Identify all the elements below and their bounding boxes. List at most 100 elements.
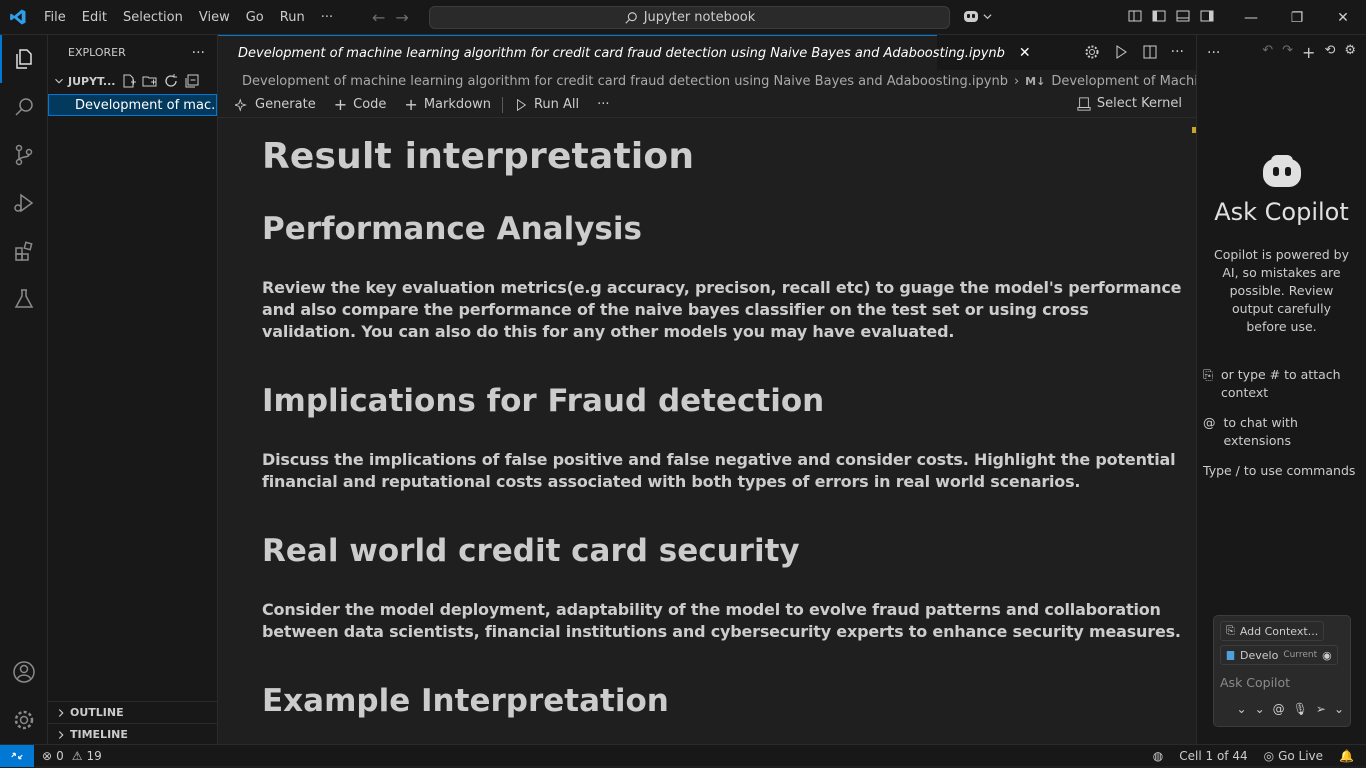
- minimize-icon[interactable]: —: [1228, 0, 1274, 35]
- gear-icon: [14, 710, 34, 730]
- add-markdown-button[interactable]: + Markdown: [397, 95, 498, 114]
- testing-activity[interactable]: [0, 275, 48, 323]
- tab-notebook[interactable]: Development of machine learning algorith…: [218, 35, 1031, 70]
- collapse-all-icon[interactable]: [184, 73, 200, 89]
- toggle-secondary-sidebar-icon[interactable]: [1199, 8, 1215, 24]
- hint-attach-text: or type # to attach context: [1221, 367, 1341, 400]
- mention-icon[interactable]: @: [1273, 702, 1285, 716]
- run-icon[interactable]: [1113, 44, 1129, 60]
- new-file-icon[interactable]: [121, 73, 137, 89]
- search-activity[interactable]: [0, 83, 48, 131]
- editor-tabs: Development of machine learning algorith…: [218, 35, 1196, 70]
- chat-title: Ask Copilot: [1214, 198, 1349, 226]
- breadcrumb-section[interactable]: Development of Machine learning Algor: [1051, 74, 1196, 89]
- hint-commands: Type / to use commands: [1197, 462, 1366, 480]
- outline-label: OUTLINE: [70, 706, 124, 719]
- copilot-menu-button[interactable]: [962, 8, 992, 24]
- generate-label: Generate: [255, 97, 316, 112]
- gear-icon[interactable]: [1084, 44, 1100, 60]
- markdown-label: Markdown: [423, 97, 491, 112]
- toolbar-divider: [501, 96, 503, 113]
- select-kernel-button[interactable]: Select Kernel: [1077, 96, 1182, 111]
- error-count: 0: [56, 748, 64, 763]
- back-arrow-icon[interactable]: ←: [372, 8, 385, 27]
- paragraph-performance: Review the key evaluation metrics(e.g ac…: [262, 278, 1182, 341]
- source-control-activity[interactable]: [0, 131, 48, 179]
- explorer-more-icon[interactable]: ···: [192, 45, 205, 61]
- notebook-file-icon: [1226, 650, 1235, 660]
- redo-icon[interactable]: ↷: [1282, 43, 1293, 62]
- explorer-sidebar: EXPLORER ··· JUPYT... Development of mac…: [48, 35, 218, 744]
- run-all-button[interactable]: Run All: [507, 97, 586, 112]
- manage-activity[interactable]: [0, 696, 48, 744]
- run-debug-activity[interactable]: [0, 179, 48, 227]
- split-editor-icon[interactable]: [1142, 44, 1158, 60]
- undo-icon[interactable]: ↶: [1262, 43, 1273, 62]
- generate-button[interactable]: Generate: [228, 97, 323, 112]
- new-chat-icon[interactable]: +: [1302, 43, 1315, 62]
- copilot-status-icon[interactable]: ◍: [1153, 749, 1163, 763]
- restore-icon[interactable]: ❐: [1274, 0, 1320, 35]
- refresh-icon[interactable]: [163, 73, 179, 89]
- eye-icon[interactable]: ◉: [1322, 649, 1332, 662]
- menu-more[interactable]: ···: [313, 0, 341, 35]
- toggle-primary-sidebar-icon[interactable]: [1151, 8, 1167, 24]
- search-text: Jupyter notebook: [643, 10, 756, 25]
- send-icon[interactable]: ➢: [1316, 702, 1326, 716]
- files-icon: [16, 49, 32, 69]
- forward-arrow-icon[interactable]: →: [395, 8, 408, 27]
- menu-go[interactable]: Go: [238, 0, 272, 35]
- paperclip-icon: ⎘: [1226, 624, 1235, 637]
- microphone-icon[interactable]: 🎙: [1293, 702, 1308, 716]
- new-folder-icon[interactable]: [142, 73, 158, 89]
- add-code-button[interactable]: + Code: [327, 95, 394, 114]
- menu-view[interactable]: View: [191, 0, 238, 35]
- chevron-down-icon[interactable]: ⌄: [1334, 702, 1344, 716]
- history-icon[interactable]: ⟲: [1324, 43, 1335, 62]
- plus-icon: +: [404, 95, 418, 114]
- menu-run[interactable]: Run: [272, 0, 313, 35]
- timeline-section[interactable]: TIMELINE: [48, 723, 217, 745]
- toggle-panel-icon[interactable]: [1175, 8, 1191, 24]
- chat-description: Copilot is powered by AI, so mistakes ar…: [1213, 247, 1350, 334]
- markdown-cell-output[interactable]: Result interpretation Performance Analys…: [262, 121, 1182, 723]
- workspace-folder[interactable]: JUPYT...: [48, 70, 217, 92]
- warning-icon: ⚠: [71, 748, 83, 763]
- menu-selection[interactable]: Selection: [115, 0, 191, 35]
- chat-header-actions: ↶ ↷ + ⟲ ⚙: [1262, 43, 1356, 62]
- notebook-toolbar: Generate + Code + Markdown Run All ··· S…: [218, 92, 1196, 118]
- outline-section[interactable]: OUTLINE: [48, 701, 217, 723]
- add-context-button[interactable]: ⎘ Add Context...: [1220, 621, 1325, 641]
- chat-input-box[interactable]: ⎘ Add Context... Develo Current ◉ Ask Co…: [1213, 615, 1351, 727]
- extensions-activity[interactable]: [0, 227, 48, 275]
- problems-indicator[interactable]: ⊗ 0 ⚠ 19: [42, 749, 102, 763]
- current-file-chip[interactable]: Develo Current ◉: [1220, 645, 1338, 665]
- breadcrumb: Development of machine learning algorith…: [218, 70, 1196, 92]
- close-window-icon[interactable]: ✕: [1320, 0, 1366, 35]
- go-live-button[interactable]: ◎ Go Live: [1264, 749, 1323, 763]
- command-center-search[interactable]: Jupyter notebook: [429, 6, 950, 29]
- chevron-right-icon: ›: [1013, 73, 1020, 89]
- chat-more-icon[interactable]: ···: [1207, 45, 1220, 61]
- chevron-down-icon[interactable]: ⌄: [1237, 702, 1247, 716]
- chat-input-field[interactable]: Ask Copilot: [1220, 675, 1344, 690]
- breadcrumb-file[interactable]: Development of machine learning algorith…: [242, 74, 1008, 89]
- menu-file[interactable]: File: [36, 0, 74, 35]
- broadcast-icon: ◎: [1263, 749, 1275, 763]
- more-actions-icon[interactable]: ···: [1171, 44, 1184, 60]
- explorer-file-item[interactable]: Development of mac...: [48, 94, 217, 116]
- chat-input-actions: ⌄ ⌄ @ 🎙 ➢ ⌄: [1220, 702, 1344, 716]
- hint-attach: ⎘ or type # to attach context: [1197, 366, 1366, 402]
- folder-actions: [121, 73, 200, 89]
- close-tab-icon[interactable]: ✕: [1019, 45, 1031, 61]
- gear-icon[interactable]: ⚙: [1344, 43, 1356, 62]
- accounts-activity[interactable]: [0, 648, 48, 696]
- explorer-activity[interactable]: [0, 35, 48, 83]
- toolbar-more-button[interactable]: ···: [590, 97, 616, 112]
- chevron-down-icon[interactable]: ⌄: [1255, 702, 1265, 716]
- cell-position[interactable]: Cell 1 of 44: [1179, 749, 1247, 763]
- remote-indicator[interactable]: [0, 744, 34, 767]
- notifications-bell-icon[interactable]: 🔔: [1339, 749, 1354, 763]
- layout-customize-icon[interactable]: [1127, 8, 1143, 24]
- menu-edit[interactable]: Edit: [74, 0, 115, 35]
